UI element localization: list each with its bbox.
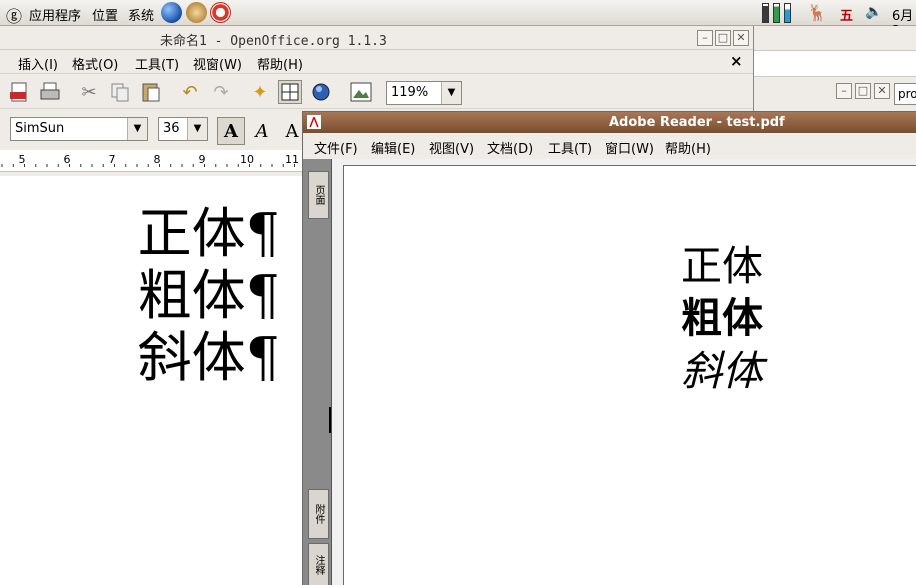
input-method-icon[interactable]: 🦌 <box>807 3 827 22</box>
menu-tools[interactable]: 工具(T) <box>548 138 592 157</box>
close-window-button[interactable]: ✕ <box>733 30 749 46</box>
datasources-icon[interactable] <box>309 80 333 104</box>
openoffice-window-title: 未命名1 - OpenOffice.org 1.1.3 <box>160 34 387 49</box>
ruler-label: 9 <box>199 153 206 166</box>
background-window-text: proli <box>898 87 916 101</box>
adobe-reader-titlebar[interactable]: ⋀ Adobe Reader - test.pdf <box>303 112 916 133</box>
tab-pages[interactable]: 页面 <box>308 171 329 219</box>
ruler-label: 10 <box>240 153 254 166</box>
panel-menu-applications[interactable]: 应用程序 <box>29 5 81 24</box>
top-panel: ⓖ 应用程序 位置 系统 🦌 五 🔈 6月2 <box>0 0 916 39</box>
menu-document[interactable]: 文档(D) <box>487 138 533 157</box>
menu-tools[interactable]: 工具(T) <box>135 54 179 73</box>
export-pdf-icon[interactable] <box>8 80 32 104</box>
menu-help[interactable]: 帮助(H) <box>665 138 711 157</box>
menu-edit[interactable]: 编辑(E) <box>371 138 415 157</box>
openoffice-menubar: 插入(I) 格式(O) 工具(T) 视窗(W) 帮助(H) × <box>0 50 753 73</box>
close-document-button[interactable]: × <box>730 52 743 70</box>
background-window-toolbar <box>754 50 916 77</box>
menu-view[interactable]: 视图(V) <box>429 138 474 157</box>
ruler-label: 11 <box>285 153 299 166</box>
chevron-down-icon[interactable]: ▼ <box>441 82 461 104</box>
pdf-page[interactable]: 正体 粗体 斜体 <box>343 165 916 585</box>
navigator-icon[interactable]: ✦ <box>248 80 272 104</box>
minimize-button[interactable]: – <box>836 83 852 99</box>
font-name-combobox[interactable]: SimSun ▼ <box>10 117 148 141</box>
pdf-line-bold: 粗体 <box>681 294 763 342</box>
chevron-down-icon[interactable]: ▼ <box>187 118 207 140</box>
maximize-button[interactable]: □ <box>715 30 731 46</box>
document-line-bold[interactable]: 粗体¶ <box>138 265 280 327</box>
menu-file[interactable]: 文件(F) <box>314 138 358 157</box>
horizontal-ruler[interactable]: 5 6 7 8 9 10 11 <box>0 150 302 172</box>
document-line-regular[interactable]: 正体¶ <box>138 203 280 265</box>
ruler-label: 5 <box>19 153 26 166</box>
zoom-value: 119% <box>391 85 429 100</box>
font-size-combobox[interactable]: 36 ▼ <box>158 117 208 141</box>
undo-icon[interactable]: ↶ <box>178 80 202 104</box>
background-window-field[interactable]: proli <box>894 83 916 105</box>
adobe-reader-menubar: 文件(F) 编辑(E) 视图(V) 文档(D) 工具(T) 窗口(W) 帮助(H… <box>303 134 916 158</box>
document-line-italic[interactable]: 斜体¶ <box>138 327 280 389</box>
ruler-label: 8 <box>154 153 161 166</box>
input-method-label[interactable]: 五 <box>840 5 853 24</box>
email-client-icon[interactable] <box>186 2 207 23</box>
ruler-label: 7 <box>109 153 116 166</box>
openoffice-titlebar[interactable]: 未命名1 - OpenOffice.org 1.1.3 – □ ✕ <box>0 26 753 50</box>
ruler-label: 6 <box>64 153 71 166</box>
adobe-reader-window-title: Adobe Reader - test.pdf <box>609 115 785 130</box>
copy-icon[interactable] <box>108 80 132 104</box>
minimize-button[interactable]: – <box>697 30 713 46</box>
panel-menu-places[interactable]: 位置 <box>92 5 118 24</box>
volume-icon[interactable]: 🔈 <box>865 4 882 20</box>
print-icon[interactable] <box>38 80 62 104</box>
gnome-foot-icon[interactable]: ⓖ <box>6 3 22 27</box>
zoom-combobox[interactable]: 119% ▼ <box>386 81 462 105</box>
ruler-ticks: 5 6 7 8 9 10 11 <box>1 153 299 167</box>
font-size-value: 36 <box>163 121 180 136</box>
gallery-icon[interactable] <box>278 80 302 104</box>
font-name-value: SimSun <box>15 121 65 136</box>
insert-image-icon[interactable] <box>349 80 373 104</box>
pdf-line-regular: 正体 <box>681 242 763 290</box>
adobe-reader-window: ⋀ Adobe Reader - test.pdf 文件(F) 编辑(E) 视图… <box>302 111 916 585</box>
menu-help[interactable]: 帮助(H) <box>257 54 303 73</box>
bold-button[interactable]: A <box>217 117 245 145</box>
close-window-button[interactable]: ✕ <box>874 83 890 99</box>
italic-button[interactable]: A <box>248 117 276 145</box>
maximize-button[interactable]: □ <box>855 83 871 99</box>
standard-toolbar: ✂ ↶ ↷ ✦ 119% ▼ <box>0 73 753 109</box>
tab-attachments[interactable]: 附件 <box>308 489 329 539</box>
document-view[interactable]: 正体 粗体 斜体 <box>331 159 916 585</box>
redo-icon[interactable]: ↷ <box>209 80 233 104</box>
background-window[interactable]: – □ ✕ proli <box>753 26 916 116</box>
adobe-reader-logo-icon: ⋀ <box>307 115 321 129</box>
pdf-line-italic: 斜体 <box>681 347 763 395</box>
tab-comments[interactable]: 注释 <box>308 543 329 585</box>
chevron-down-icon[interactable]: ▼ <box>127 118 147 140</box>
panel-menu-system[interactable]: 系统 <box>128 5 154 24</box>
web-browser-icon[interactable] <box>161 2 182 23</box>
navigation-pane: 页面 附件 注释 <box>303 159 332 585</box>
cut-icon[interactable]: ✂ <box>77 80 101 104</box>
paste-icon[interactable] <box>139 80 163 104</box>
menu-window[interactable]: 窗口(W) <box>605 138 654 157</box>
menu-format[interactable]: 格式(O) <box>72 54 118 73</box>
document-page[interactable]: 正体¶ 粗体¶ 斜体¶ <box>0 176 302 585</box>
menu-insert[interactable]: 插入(I) <box>18 54 58 73</box>
help-lifebuoy-icon[interactable] <box>210 2 231 23</box>
menu-window[interactable]: 视窗(W) <box>193 54 242 73</box>
battery-meter-icon <box>762 3 796 23</box>
